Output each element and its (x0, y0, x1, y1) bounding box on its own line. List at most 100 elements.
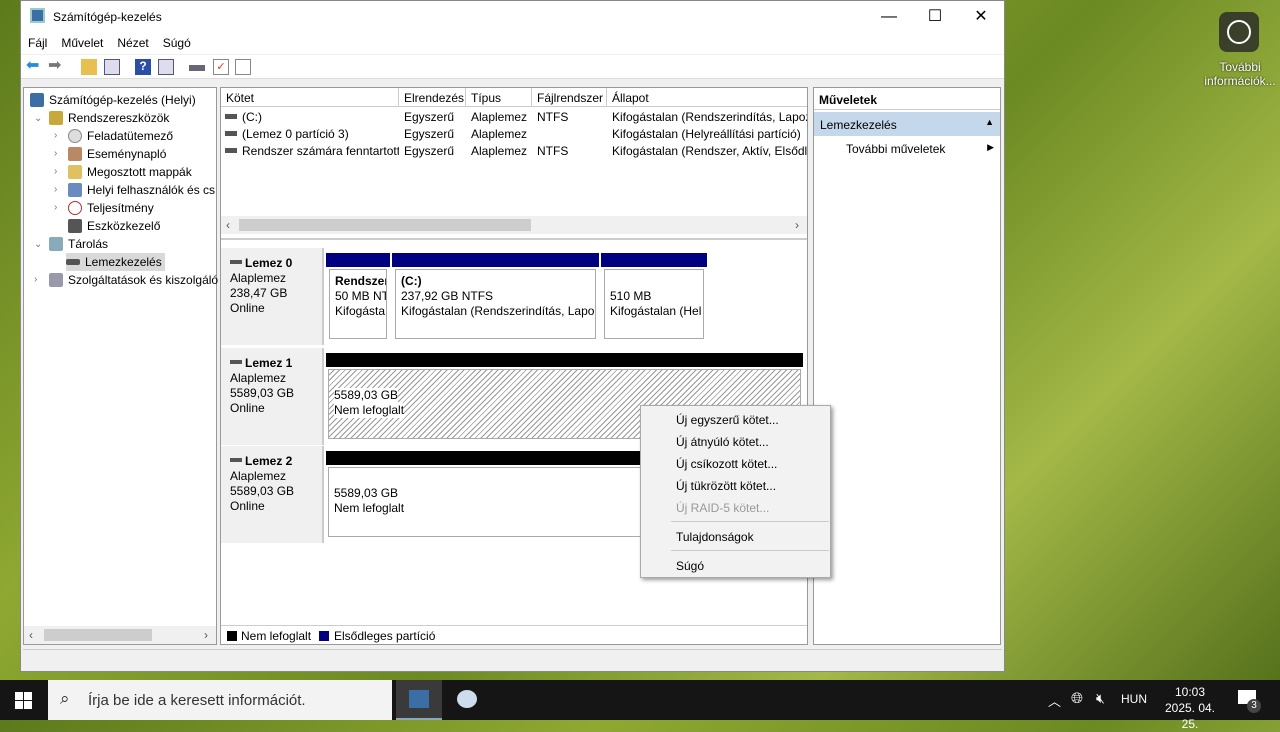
tree-item-local-users[interactable]: Helyi felhasználók és cs (68, 181, 215, 199)
menu-item-new-mirrored-volume[interactable]: Új tükrözött kötet... (676, 479, 776, 493)
tree-horizontal-scrollbar[interactable]: ‹ › (24, 626, 216, 644)
tree-item-storage[interactable]: Tárolás (49, 235, 108, 253)
volume-icon (225, 148, 237, 153)
taskbar-search[interactable]: ⌕ Írja be ide a keresett információt. (48, 680, 392, 720)
forward-icon[interactable]: ➡ (48, 58, 64, 75)
submenu-arrow-icon: ▶ (987, 142, 994, 152)
scroll-right-icon[interactable]: › (204, 628, 208, 642)
tree-item-shared-folders[interactable]: Megosztott mappák (68, 163, 192, 181)
disk-label[interactable]: Lemez 2 Alaplemez 5589,03 GB Online (221, 446, 324, 543)
volume-row[interactable]: (Lemez 0 partíció 3) Egyszerű Alaplemez Kif… (221, 125, 807, 142)
show-hidden-icons[interactable]: ︿ (1048, 691, 1061, 710)
scroll-left-icon[interactable]: ‹ (226, 218, 230, 232)
tools-icon (49, 111, 63, 125)
column-header-layout[interactable]: Elrendezés (399, 88, 466, 107)
more-actions[interactable]: További műveletek ▶ (846, 142, 1000, 156)
back-icon[interactable]: ⬅ (26, 58, 42, 75)
disk-size: 5589,03 GB (230, 386, 295, 400)
scrollbar-thumb[interactable] (44, 629, 152, 641)
volume-cell: Alaplemez (471, 127, 528, 141)
chevron-right-icon[interactable]: › (34, 274, 37, 285)
partition[interactable]: 510 MB Kifogástalan (Hel (604, 269, 704, 339)
show-hide-tree-icon[interactable] (104, 59, 120, 75)
volume-cell: NTFS (537, 144, 569, 158)
disk-icon (230, 458, 242, 462)
partition[interactable]: Rendszer 50 MB NT Kifogásta (329, 269, 387, 339)
disk-icon (230, 360, 242, 364)
search-placeholder: Írja be ide a keresett információt. (88, 692, 306, 709)
volume-row[interactable]: Rendszer számára fenntartott Egyszerű Alap… (221, 142, 807, 159)
tree-item-task-scheduler[interactable]: Feladatütemező (68, 127, 173, 145)
clock[interactable]: 10:03 2025. 04. 25. (1155, 684, 1225, 732)
network-icon[interactable]: 🌐︎ (1071, 690, 1083, 707)
volume-muted-icon[interactable]: 🔇︎ (1096, 690, 1105, 707)
show-action-pane-icon[interactable] (158, 59, 174, 75)
column-header-volume[interactable]: Kötet (221, 88, 399, 107)
close-button[interactable]: ✕ (958, 1, 1004, 32)
info-label[interactable]: További információk... (1198, 60, 1280, 88)
properties-icon[interactable] (235, 59, 251, 75)
menu-item-new-simple-volume[interactable]: Új egyszerű kötet... (676, 413, 779, 427)
scroll-left-icon[interactable]: ‹ (29, 628, 33, 642)
scroll-right-icon[interactable]: › (795, 218, 799, 232)
actions-section-disk-management[interactable]: Lemezkezelés ▲ (814, 112, 1000, 136)
disk-status: Online (230, 401, 265, 415)
menu-item-properties[interactable]: Tulajdonságok (676, 530, 754, 544)
connect-icon[interactable] (189, 65, 205, 71)
column-header-filesystem[interactable]: Fájlrendszer (532, 88, 607, 107)
expand-chevron-icon[interactable]: ⌄ (34, 239, 42, 250)
computer-management-icon (409, 690, 429, 708)
taskbar-paint[interactable] (444, 680, 490, 720)
menu-item-help[interactable]: Súgó (676, 559, 704, 573)
volume-cell: Kifogástalan (Rendszerindítás, Lapozó (612, 110, 807, 124)
expand-chevron-icon[interactable]: ⌄ (34, 113, 42, 124)
chevron-right-icon[interactable]: › (54, 148, 57, 159)
menu-view[interactable]: Nézet (110, 32, 155, 50)
maximize-button[interactable]: ☐ (912, 1, 958, 32)
help-icon[interactable]: ? (135, 59, 151, 75)
chevron-right-icon[interactable]: › (54, 166, 57, 177)
chevron-right-icon[interactable]: › (54, 202, 57, 213)
partition-size: 510 MB (610, 289, 652, 303)
disk-name: Lemez 2 (245, 454, 293, 468)
disk-label[interactable]: Lemez 1 Alaplemez 5589,03 GB Online (221, 348, 324, 445)
computer-icon (30, 93, 44, 107)
menu-item-new-spanned-volume[interactable]: Új átnyúló kötet... (676, 435, 769, 449)
partition-status: Nem lefoglalt (334, 403, 405, 418)
chevron-right-icon[interactable]: › (54, 130, 57, 141)
collapse-icon[interactable]: ▲ (985, 117, 994, 127)
language-indicator[interactable]: HUN (1121, 692, 1147, 706)
partition-bar (326, 253, 390, 267)
disk-status: Online (230, 301, 265, 315)
column-header-type[interactable]: Típus (466, 88, 532, 107)
tree-item-device-manager[interactable]: Eszközkezelő (68, 217, 160, 235)
check-icon[interactable]: ✓ (213, 59, 229, 75)
disk-status: Online (230, 499, 265, 513)
toolbar: ⬅ ➡ ? ✓ (21, 55, 1004, 79)
start-button[interactable] (15, 692, 32, 709)
volume-row[interactable]: (C:) Egyszerű Alaplemez NTFS Kifogástalan (R… (221, 108, 807, 125)
tree-item-disk-management[interactable]: Lemezkezelés (66, 253, 165, 271)
menu-item-new-striped-volume[interactable]: Új csíkozott kötet... (676, 457, 777, 471)
tree-item-system-tools[interactable]: Rendszereszközök (49, 109, 169, 127)
tree-item-performance[interactable]: Teljesítmény (68, 199, 154, 217)
menu-file[interactable]: Fájl (21, 32, 54, 50)
volume-list-horizontal-scrollbar[interactable]: ‹ › (221, 216, 807, 234)
minimize-button[interactable]: — (866, 1, 912, 32)
disk-label[interactable]: Lemez 0 Alaplemez 238,47 GB Online (221, 248, 324, 345)
column-header-status[interactable]: Állapot (607, 88, 807, 107)
chevron-right-icon[interactable]: › (54, 184, 57, 195)
tree-item-services[interactable]: Szolgáltatások és kiszolgáló (49, 271, 218, 289)
volume-cell: Alaplemez (471, 110, 528, 124)
scrollbar-thumb[interactable] (239, 219, 531, 231)
info-button[interactable] (1219, 12, 1259, 52)
tree-root[interactable]: Számítógép-kezelés (Helyi) (30, 91, 196, 109)
tree-item-event-viewer[interactable]: Eseménynapló (68, 145, 166, 163)
up-folder-icon[interactable] (81, 59, 97, 75)
menu-action[interactable]: Művelet (54, 32, 110, 50)
taskbar-computer-management[interactable] (396, 680, 442, 720)
partition[interactable]: (C:) 237,92 GB NTFS Kifogástalan (Rendszer… (395, 269, 596, 339)
partition-size: 237,92 GB NTFS (401, 289, 494, 303)
volume-cell: Rendszer számára fenntartott (242, 144, 399, 158)
menu-help[interactable]: Súgó (156, 32, 198, 50)
